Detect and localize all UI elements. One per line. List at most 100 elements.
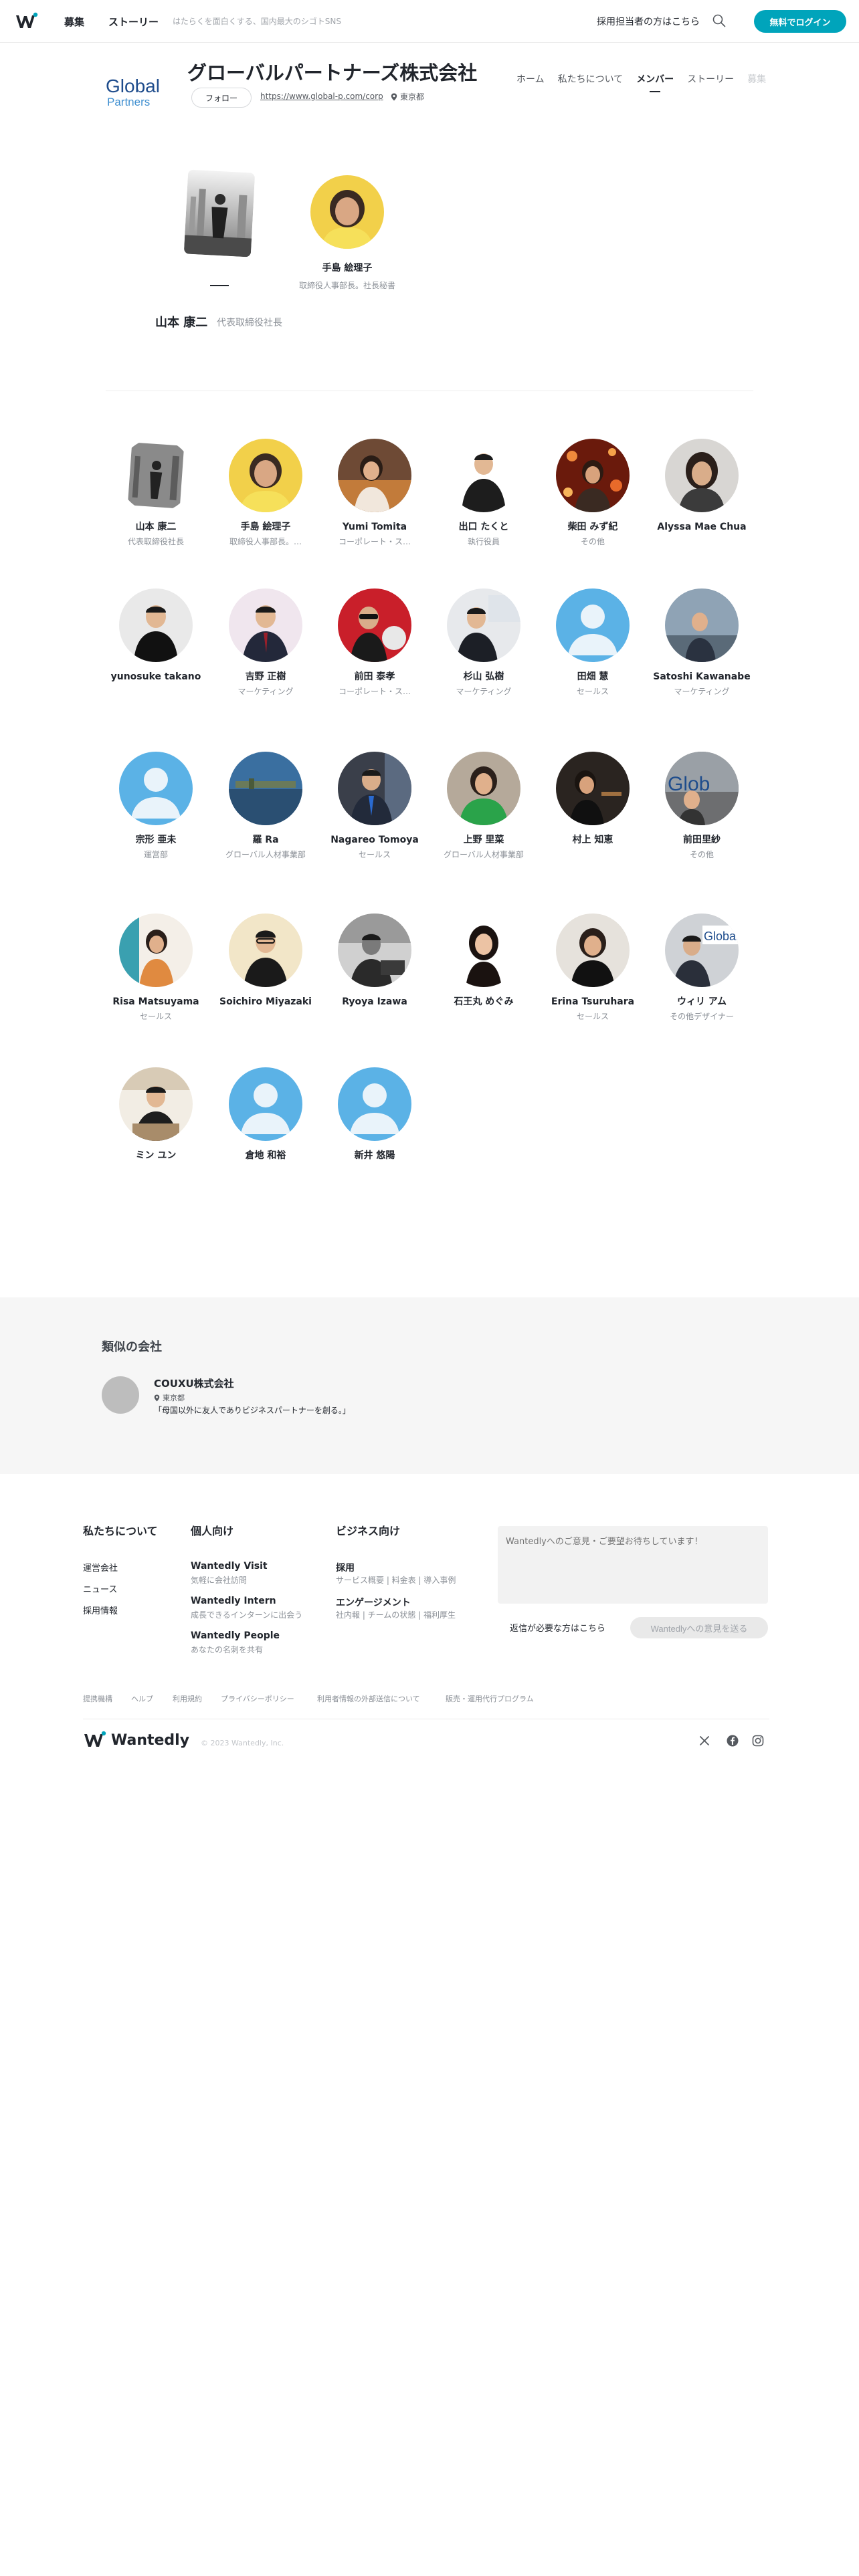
- footer-link-careers[interactable]: 採用情報: [83, 1604, 118, 1616]
- footer-brand[interactable]: Wantedly: [83, 1731, 189, 1749]
- similar-company-description: 「母国以外に友人でありビジネスパートナーを創る。」: [154, 1406, 351, 1415]
- member-card[interactable]: yunosuke takano: [106, 588, 206, 687]
- member-name: 新井 悠陽: [354, 1150, 395, 1161]
- company-location: 東京都: [391, 91, 424, 102]
- member-card[interactable]: Risa Matsuyama セールス: [106, 914, 206, 1022]
- footer-recruiting-link[interactable]: 採用: [336, 1561, 355, 1574]
- tab-recruit[interactable]: 募集: [747, 72, 766, 86]
- member-card[interactable]: 柴田 みず紀 その他: [543, 439, 643, 547]
- member-card[interactable]: Soichiro Miyazaki: [215, 914, 316, 1012]
- company-url-link[interactable]: https://www.global-p.com/corp: [260, 92, 383, 101]
- default-avatar-icon: [119, 752, 193, 825]
- member-avatar: [556, 439, 630, 512]
- recruiter-link[interactable]: 採用担当者の方はこちら: [597, 15, 700, 28]
- footer-small-link[interactable]: ヘルプ: [131, 1693, 153, 1704]
- nav-recruit[interactable]: 募集: [64, 15, 84, 29]
- similar-company-name[interactable]: COUXU株式会社: [154, 1376, 234, 1390]
- search-icon[interactable]: [712, 13, 727, 28]
- member-card[interactable]: Alyssa Mae Chua: [652, 439, 752, 537]
- member-avatar: [119, 1067, 193, 1141]
- member-card[interactable]: Yumi Tomita コーポレート・ス…: [324, 439, 425, 547]
- login-button[interactable]: 無料でログイン: [754, 10, 846, 33]
- footer-people-link[interactable]: Wantedly People: [191, 1630, 280, 1641]
- member-card[interactable]: Ryoya Izawa: [324, 914, 425, 1012]
- member-card[interactable]: Glob 前田里紗 その他: [652, 752, 752, 860]
- tab-stories[interactable]: ストーリー: [687, 72, 734, 86]
- member-card[interactable]: 村上 知恵: [543, 752, 643, 850]
- featured-member-2-name: 手島 絵理子: [322, 263, 373, 274]
- member-card[interactable]: 上野 里菜 グローバル人材事業部: [434, 752, 534, 860]
- global-header: 募集 ストーリー はたらくを面白くする、国内最大のシゴトSNS 採用担当者の方は…: [0, 0, 859, 43]
- svg-text:Partners: Partners: [107, 96, 150, 108]
- member-card[interactable]: 山本 康二 代表取締役社長: [106, 439, 206, 547]
- footer-engagement-link[interactable]: エンゲージメント: [336, 1596, 411, 1609]
- footer-small-link[interactable]: 利用規約: [173, 1693, 202, 1704]
- footer-link-news[interactable]: ニュース: [83, 1582, 117, 1595]
- member-avatar: [447, 439, 520, 512]
- location-pin-icon: [154, 1394, 160, 1401]
- tab-about[interactable]: 私たちについて: [558, 72, 624, 86]
- member-avatar: [447, 752, 520, 825]
- member-card[interactable]: 吉野 正樹 マーケティング: [215, 588, 316, 697]
- featured-member-photo[interactable]: [183, 169, 256, 257]
- member-card[interactable]: Nagareo Tomoya セールス: [324, 752, 425, 860]
- instagram-icon[interactable]: [752, 1735, 764, 1747]
- company-name: グローバルパートナーズ株式会社: [187, 62, 478, 84]
- facebook-icon[interactable]: [727, 1735, 739, 1747]
- copyright: © 2023 Wantedly, Inc.: [201, 1739, 284, 1747]
- tab-members[interactable]: メンバー: [636, 72, 674, 92]
- member-name: ミン ユン: [135, 1150, 177, 1161]
- footer-small-link[interactable]: プライバシーポリシー: [221, 1693, 294, 1704]
- member-card[interactable]: 新井 悠陽: [324, 1067, 425, 1166]
- member-name: 山本 康二: [135, 522, 177, 532]
- footer-recruiting-desc[interactable]: サービス概要 | 料金表 | 導入事例: [336, 1574, 456, 1586]
- member-card[interactable]: Erina Tsuruhara セールス: [543, 914, 643, 1022]
- member-role: マーケティング: [456, 687, 512, 696]
- member-name: Soichiro Miyazaki: [219, 996, 312, 1007]
- wantedly-logo-icon[interactable]: [15, 12, 39, 31]
- footer-small-link[interactable]: 販売・運用代行プログラム: [446, 1693, 534, 1704]
- member-card[interactable]: 手島 絵理子 取締役人事部長。…: [215, 439, 316, 547]
- member-card[interactable]: 前田 泰孝 コーポレート・ス…: [324, 588, 425, 697]
- member-role: セールス: [139, 1012, 172, 1021]
- member-role: セールス: [358, 850, 391, 859]
- feedback-input[interactable]: [498, 1526, 768, 1604]
- member-role: マーケティング: [674, 687, 730, 696]
- member-card[interactable]: 田畑 慧 セールス: [543, 588, 643, 697]
- footer-small-link[interactable]: 提携機構: [83, 1693, 112, 1704]
- member-card[interactable]: 倉地 和裕: [215, 1067, 316, 1166]
- company-logo[interactable]: Global Partners: [106, 74, 175, 110]
- member-card[interactable]: 出口 たくと 執行役員: [434, 439, 534, 547]
- member-role: 執行役員: [467, 537, 500, 546]
- member-card[interactable]: 羅 Ra グローバル人材事業部: [215, 752, 316, 860]
- member-avatar: [665, 588, 739, 662]
- member-card[interactable]: 石王丸 めぐみ: [434, 914, 534, 1012]
- send-feedback-button[interactable]: Wantedlyへの意見を送る: [630, 1617, 768, 1638]
- reply-needed-link[interactable]: 返信が必要な方はこちら: [510, 1621, 605, 1634]
- member-card[interactable]: 宗形 亜未 運営部: [106, 752, 206, 860]
- similar-company-avatar[interactable]: [102, 1376, 139, 1414]
- featured-member-title: 代表取締役社長: [217, 318, 282, 328]
- footer-small-link[interactable]: 利用者情報の外部送信について: [317, 1693, 420, 1704]
- footer-visit-link[interactable]: Wantedly Visit: [191, 1561, 268, 1572]
- footer-link-company[interactable]: 運営会社: [83, 1561, 118, 1574]
- tab-home[interactable]: ホーム: [516, 72, 545, 86]
- member-role: マーケティング: [237, 687, 294, 696]
- member-name: 杉山 弘樹: [463, 671, 504, 682]
- location-pin-icon: [391, 93, 397, 100]
- member-card[interactable]: Global ウィリ アム その他デザイナー: [652, 914, 752, 1022]
- member-name: 前田里紗: [683, 835, 721, 845]
- member-card[interactable]: 杉山 弘樹 マーケティング: [434, 588, 534, 697]
- follow-button[interactable]: フォロー: [191, 88, 252, 108]
- featured-member-2-photo[interactable]: [310, 175, 384, 249]
- member-avatar: [229, 588, 302, 662]
- member-card[interactable]: Satoshi Kawanabe マーケティング: [652, 588, 752, 697]
- member-name: Alyssa Mae Chua: [657, 522, 747, 532]
- member-name: 田畑 慧: [577, 671, 609, 682]
- member-card[interactable]: ミン ユン: [106, 1067, 206, 1166]
- footer-intern-link[interactable]: Wantedly Intern: [191, 1596, 276, 1606]
- x-twitter-icon[interactable]: [698, 1735, 710, 1747]
- footer-visit-desc: 気軽に会社訪問: [191, 1576, 248, 1585]
- nav-stories[interactable]: ストーリー: [108, 15, 159, 29]
- footer-engagement-desc[interactable]: 社内報 | チームの状態 | 福利厚生: [336, 1609, 456, 1620]
